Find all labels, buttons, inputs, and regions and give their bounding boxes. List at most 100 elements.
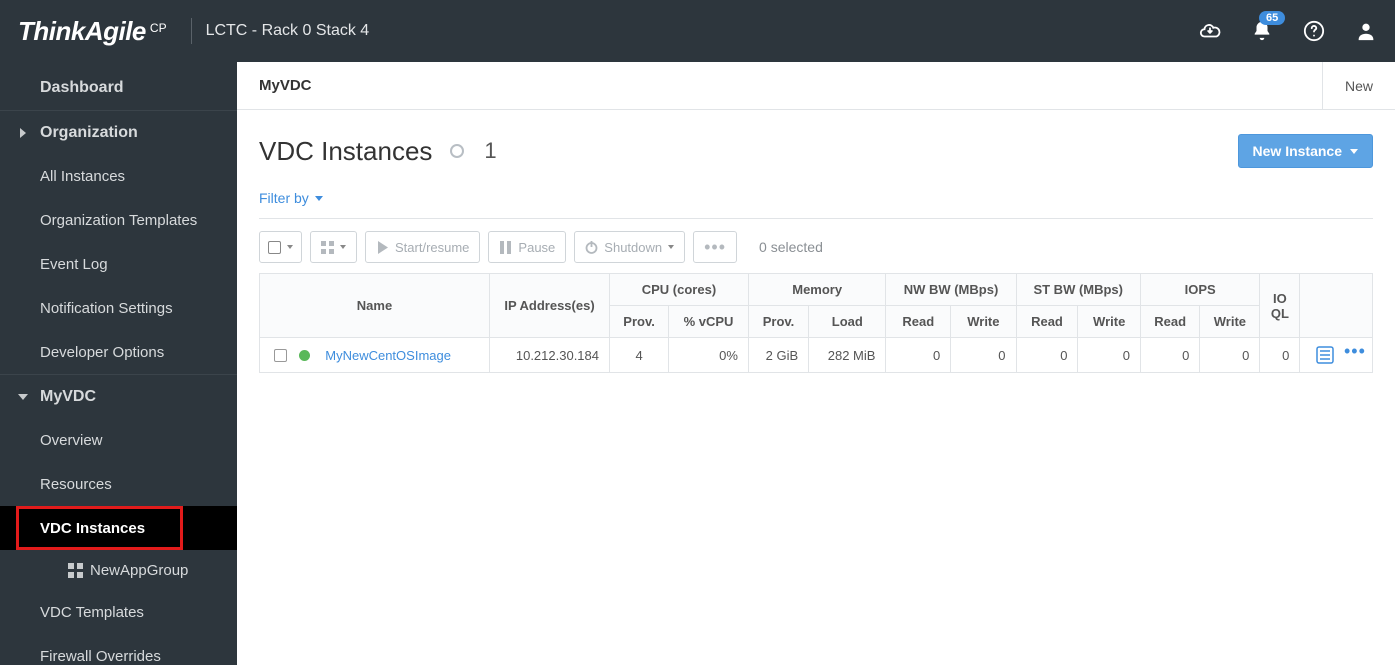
- colgroup-memory: Memory: [748, 274, 886, 306]
- table-row[interactable]: MyNewCentOSImage 10.212.30.184 4 0% 2 Gi…: [260, 338, 1373, 373]
- col-iops-write[interactable]: Write: [1200, 306, 1260, 338]
- colgroup-iops: IOPS: [1140, 274, 1259, 306]
- cell-cpu-pct: 0%: [669, 338, 749, 373]
- col-nw-write[interactable]: Write: [951, 306, 1016, 338]
- title-row: VDC Instances 1 New Instance: [259, 134, 1373, 168]
- sidebar-label: Organization: [40, 124, 138, 142]
- power-icon: [585, 241, 598, 254]
- notification-count-badge: 65: [1259, 11, 1285, 25]
- col-actions: [1300, 274, 1373, 338]
- details-icon[interactable]: [1316, 346, 1334, 364]
- col-cpu-prov[interactable]: Prov.: [610, 306, 669, 338]
- col-cpu-pct[interactable]: % vCPU: [669, 306, 749, 338]
- caret-down-icon: [315, 196, 323, 201]
- ellipsis-icon: •••: [704, 242, 726, 252]
- notifications-icon[interactable]: 65: [1251, 20, 1273, 42]
- colgroup-cpu: CPU (cores): [610, 274, 749, 306]
- colgroup-st: ST BW (MBps): [1016, 274, 1140, 306]
- col-ioql[interactable]: IO QL: [1260, 274, 1300, 338]
- sidebar-label: All Instances: [40, 168, 125, 185]
- brand-sub: CP: [150, 21, 167, 35]
- sidebar-item-org-templates[interactable]: Organization Templates: [0, 198, 237, 242]
- cell-nw-write: 0: [951, 338, 1016, 373]
- cell-cpu-prov: 4: [610, 338, 669, 373]
- brand[interactable]: ThinkAgile CP: [8, 16, 177, 47]
- col-st-read[interactable]: Read: [1016, 306, 1078, 338]
- cell-ip: 10.212.30.184: [490, 338, 610, 373]
- select-all-dropdown[interactable]: [259, 231, 302, 263]
- button-label: New Instance: [1253, 143, 1342, 159]
- top-bar: ThinkAgile CP LCTC - Rack 0 Stack 4 65: [0, 0, 1395, 62]
- cell-nw-read: 0: [886, 338, 951, 373]
- divider: [191, 18, 192, 44]
- cloud-download-icon[interactable]: [1199, 20, 1221, 42]
- page-title: VDC Instances 1: [259, 136, 497, 167]
- col-ip[interactable]: IP Address(es): [490, 274, 610, 338]
- caret-down-icon: [1350, 149, 1358, 154]
- sidebar-item-notification-settings[interactable]: Notification Settings: [0, 286, 237, 330]
- selected-count-label: 0 selected: [759, 239, 823, 255]
- sidebar-section-myvdc[interactable]: MyVDC: [0, 374, 237, 418]
- col-st-write[interactable]: Write: [1078, 306, 1141, 338]
- sidebar-item-vdc-templates[interactable]: VDC Templates: [0, 590, 237, 634]
- new-instance-button[interactable]: New Instance: [1238, 134, 1373, 168]
- view-toggle-button[interactable]: [310, 231, 357, 263]
- sidebar-item-resources[interactable]: Resources: [0, 462, 237, 506]
- toolbar: Start/resume Pause Shutdown ••• 0 select…: [259, 218, 1373, 273]
- sidebar-item-firewall-overrides[interactable]: Firewall Overrides: [0, 634, 237, 665]
- chevron-down-icon: [18, 392, 28, 402]
- sidebar-item-vdc-instances[interactable]: VDC Instances: [0, 506, 237, 550]
- status-dot-icon: [299, 350, 310, 361]
- sidebar-label: Developer Options: [40, 344, 164, 361]
- cell-st-read: 0: [1016, 338, 1078, 373]
- help-icon[interactable]: [1303, 20, 1325, 42]
- sidebar-label: Firewall Overrides: [40, 648, 161, 665]
- brand-main: ThinkAgile: [18, 16, 146, 47]
- cell-ioql: 0: [1260, 338, 1300, 373]
- row-checkbox[interactable]: [274, 349, 287, 362]
- sidebar-label: VDC Instances: [40, 520, 145, 537]
- caret-down-icon: [287, 245, 293, 249]
- sidebar-label: VDC Templates: [40, 604, 144, 621]
- sidebar-label: Resources: [40, 476, 112, 493]
- sidebar-item-event-log[interactable]: Event Log: [0, 242, 237, 286]
- col-name[interactable]: Name: [260, 274, 490, 338]
- instance-name-link[interactable]: MyNewCentOSImage: [325, 348, 451, 363]
- sidebar-item-dashboard[interactable]: Dashboard: [0, 66, 237, 110]
- col-iops-read[interactable]: Read: [1140, 306, 1199, 338]
- context-label[interactable]: LCTC - Rack 0 Stack 4: [206, 22, 370, 40]
- refresh-icon[interactable]: [450, 144, 464, 158]
- col-mem-load[interactable]: Load: [809, 306, 886, 338]
- page-head-new-action[interactable]: New: [1322, 62, 1373, 109]
- more-actions-button[interactable]: •••: [693, 231, 737, 263]
- sidebar-label: Overview: [40, 432, 103, 449]
- row-more-actions[interactable]: •••: [1344, 346, 1362, 364]
- pause-button[interactable]: Pause: [488, 231, 566, 263]
- caret-down-icon: [340, 245, 346, 249]
- sidebar-label: Dashboard: [40, 79, 124, 97]
- button-label: Pause: [518, 240, 555, 255]
- user-icon[interactable]: [1355, 20, 1377, 42]
- sidebar-item-developer-options[interactable]: Developer Options: [0, 330, 237, 374]
- shutdown-button[interactable]: Shutdown: [574, 231, 685, 263]
- chevron-right-icon: [18, 128, 28, 138]
- col-nw-read[interactable]: Read: [886, 306, 951, 338]
- col-mem-prov[interactable]: Prov.: [748, 306, 808, 338]
- sidebar: Dashboard Organization All Instances Org…: [0, 62, 237, 665]
- start-resume-button[interactable]: Start/resume: [365, 231, 480, 263]
- sidebar-item-all-instances[interactable]: All Instances: [0, 154, 237, 198]
- filter-by-link[interactable]: Filter by: [259, 190, 323, 206]
- caret-down-icon: [668, 245, 674, 249]
- checkbox-icon: [268, 241, 281, 254]
- sidebar-item-overview[interactable]: Overview: [0, 418, 237, 462]
- sidebar-section-organization[interactable]: Organization: [0, 110, 237, 154]
- sidebar-subitem-newappgroup[interactable]: NewAppGroup: [0, 550, 237, 590]
- button-label: Shutdown: [604, 240, 662, 255]
- instance-count: 1: [484, 138, 496, 164]
- sidebar-label: Event Log: [40, 256, 108, 273]
- page-head-title[interactable]: MyVDC: [259, 77, 312, 94]
- cell-mem-load: 282 MiB: [809, 338, 886, 373]
- top-icons: 65: [1199, 20, 1377, 42]
- instances-table: Name IP Address(es) CPU (cores) Memory N…: [259, 273, 1373, 373]
- filter-label: Filter by: [259, 190, 309, 206]
